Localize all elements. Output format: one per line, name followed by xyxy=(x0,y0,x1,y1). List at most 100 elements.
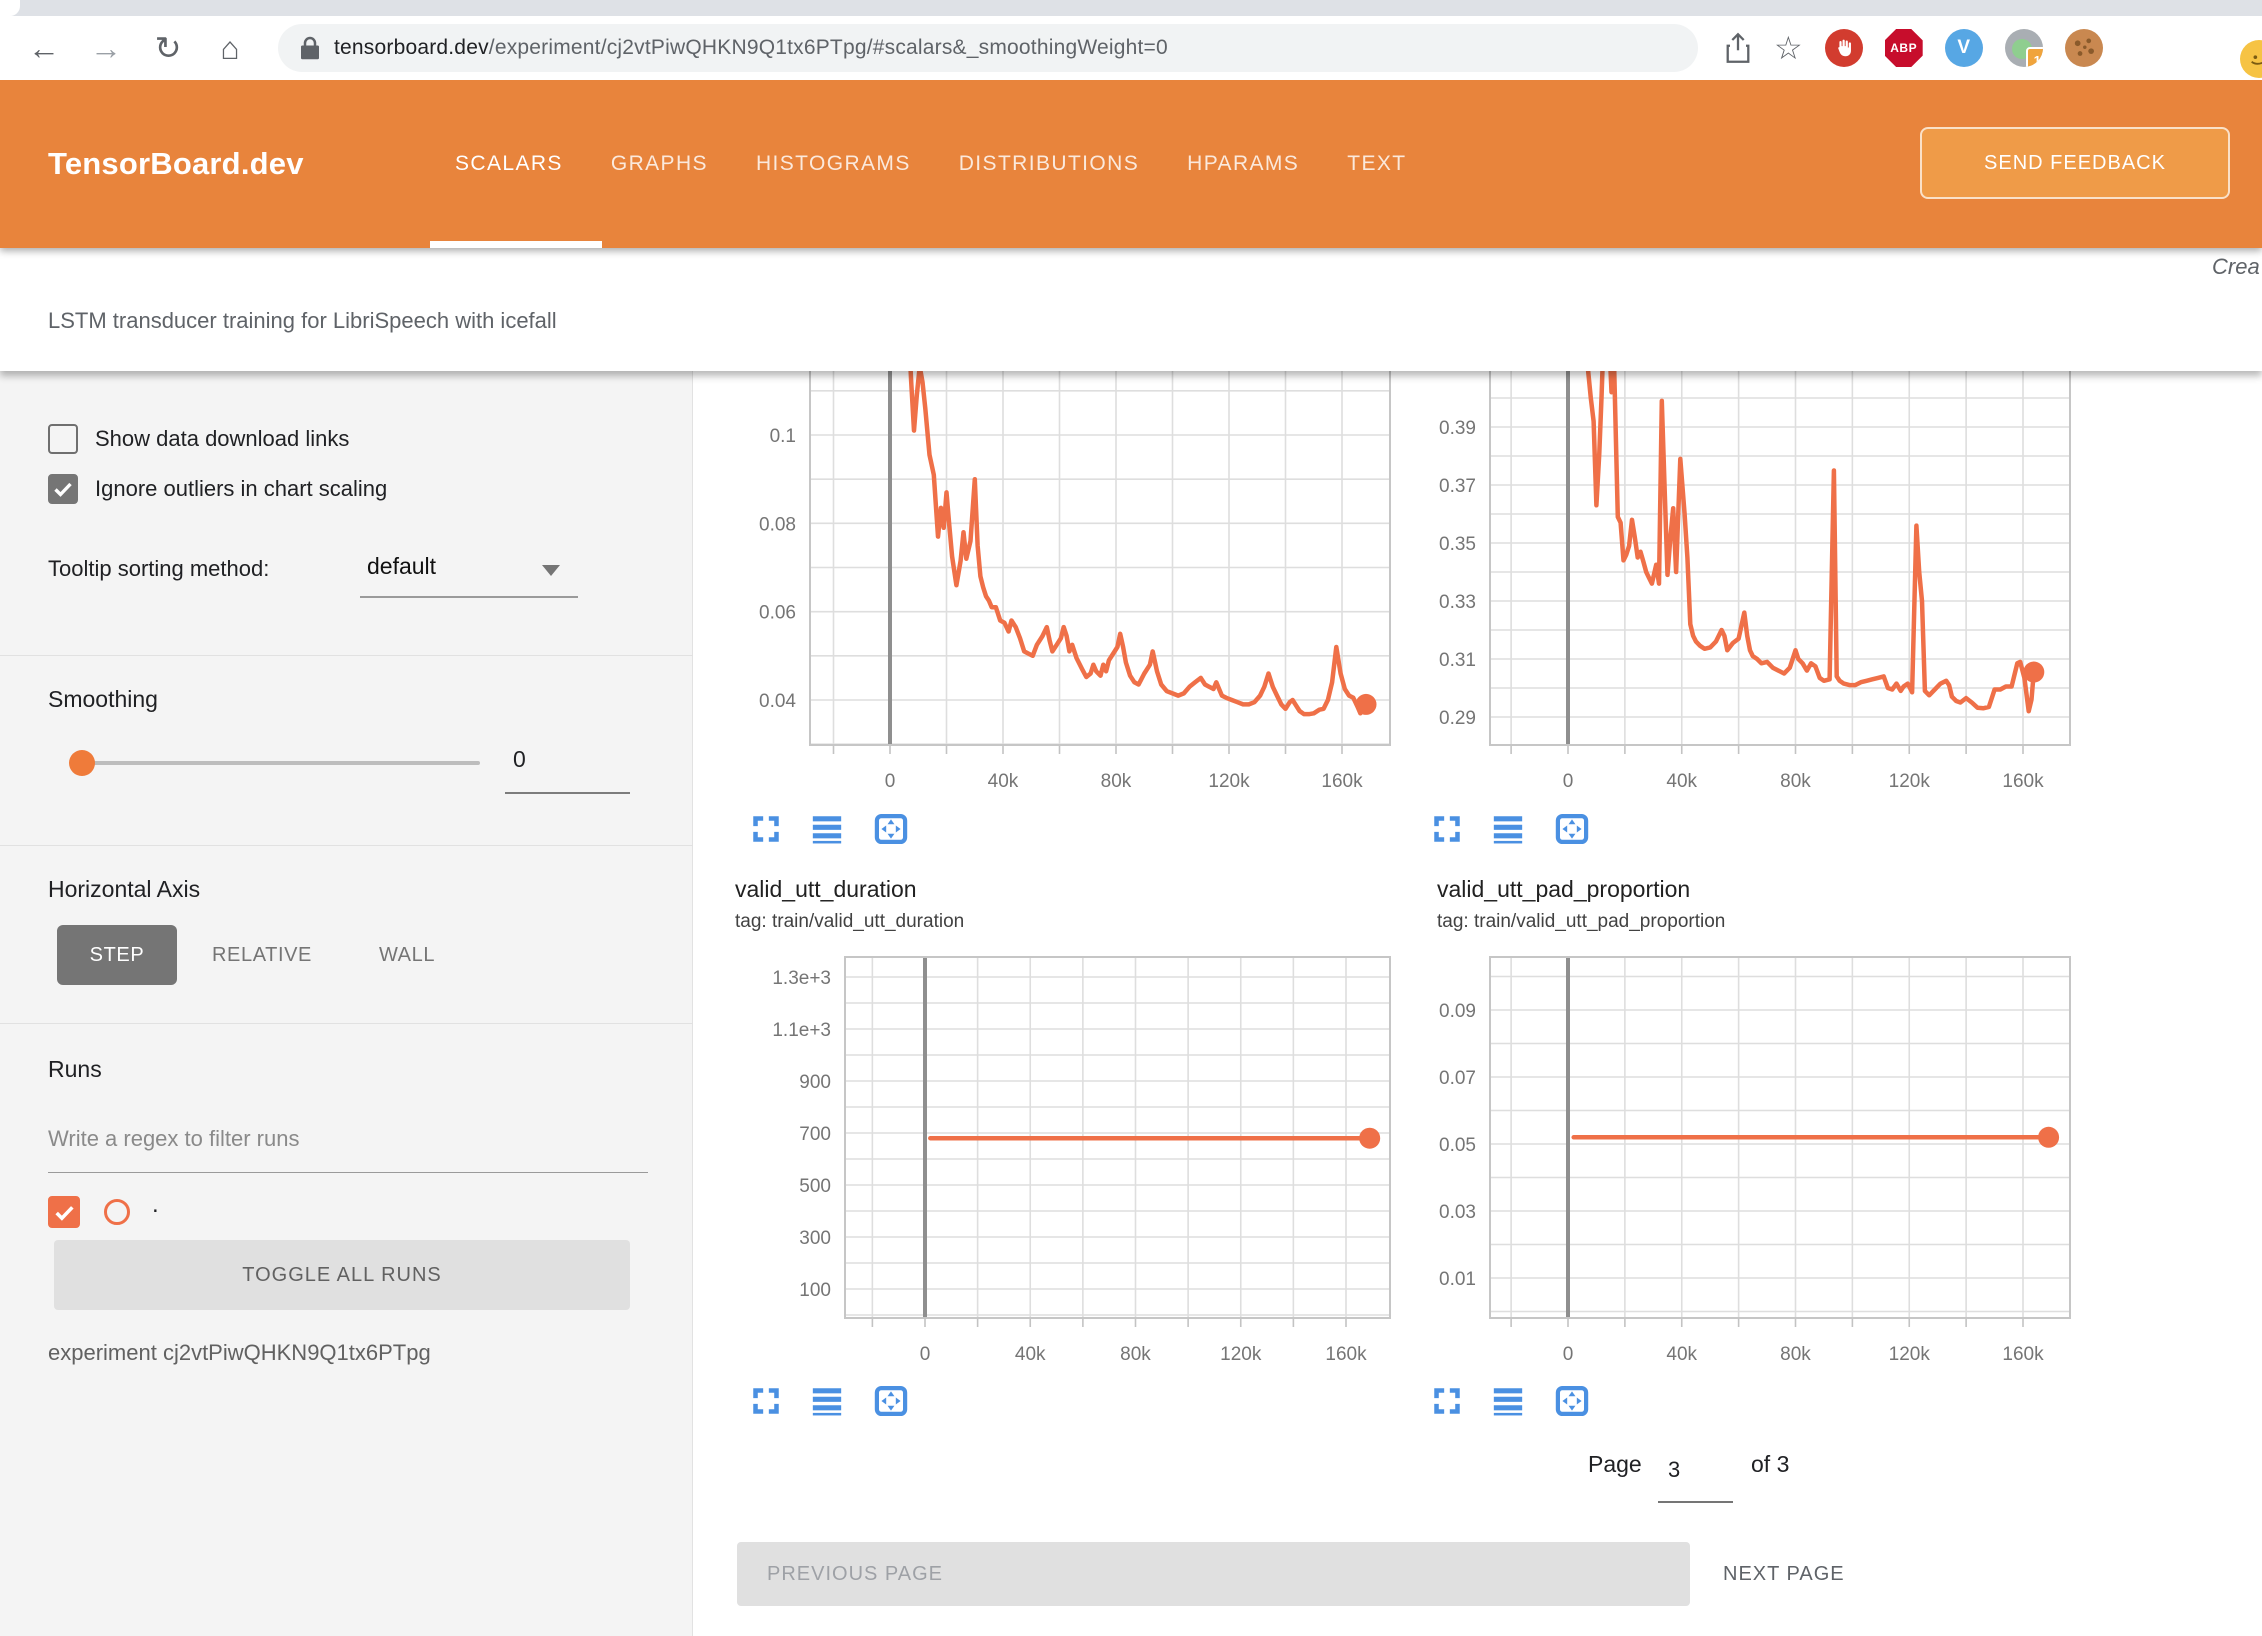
next-page-button[interactable]: NEXT PAGE xyxy=(1723,1542,1845,1606)
axis-relative-button[interactable]: RELATIVE xyxy=(206,925,318,985)
smiley-extension-icon[interactable] xyxy=(2240,40,2262,78)
svg-text:80k: 80k xyxy=(1101,771,1132,792)
fit-domain-icon[interactable] xyxy=(871,1383,911,1419)
tab-graphs[interactable]: GRAPHS xyxy=(611,152,708,176)
back-icon[interactable]: ← xyxy=(26,28,62,68)
charts-panel: tag: train/valid_pruned_loss tag: train/… xyxy=(693,371,2262,1636)
cookie-extension-icon[interactable] xyxy=(2065,29,2103,67)
divider xyxy=(0,1023,693,1024)
fullscreen-icon[interactable] xyxy=(1430,1384,1464,1418)
show-download-links-checkbox[interactable] xyxy=(48,424,78,454)
ignore-outliers-label: Ignore outliers in chart scaling xyxy=(95,476,387,502)
check-icon xyxy=(51,477,75,501)
svg-text:0.05: 0.05 xyxy=(1439,1135,1476,1156)
svg-text:0.07: 0.07 xyxy=(1439,1068,1476,1089)
app-logo[interactable]: TensorBoard.dev xyxy=(48,80,304,248)
share-icon[interactable] xyxy=(1724,32,1752,64)
chart-plot-valid-pruned-loss[interactable]: 0.040.060.080.1040k80k120k160k xyxy=(700,371,1410,802)
chart-title: valid_utt_duration xyxy=(735,876,917,903)
svg-text:1.3e+3: 1.3e+3 xyxy=(772,968,831,989)
run-filter-underline xyxy=(48,1172,648,1173)
svg-text:0.31: 0.31 xyxy=(1439,650,1476,671)
svg-text:0.04: 0.04 xyxy=(759,691,796,712)
svg-text:300: 300 xyxy=(799,1228,831,1249)
run-checkbox[interactable] xyxy=(48,1196,80,1228)
app-header: TensorBoard.dev SCALARS GRAPHS HISTOGRAM… xyxy=(0,80,2262,248)
fullscreen-icon[interactable] xyxy=(749,1384,783,1418)
svg-text:160k: 160k xyxy=(2002,1344,2044,1365)
chevron-down-icon[interactable] xyxy=(542,565,560,576)
tab-scalars[interactable]: SCALARS xyxy=(455,152,563,176)
svg-text:0.29: 0.29 xyxy=(1439,708,1476,729)
svg-text:80k: 80k xyxy=(1120,1344,1151,1365)
show-download-links-label: Show data download links xyxy=(95,426,349,452)
experiment-description: LSTM transducer training for LibriSpeech… xyxy=(48,308,557,334)
horizontal-axis-label: Horizontal Axis xyxy=(48,876,200,903)
profile-extension-icon[interactable]: 1 xyxy=(2005,29,2043,67)
svg-text:160k: 160k xyxy=(1321,771,1363,792)
svg-text:0.39: 0.39 xyxy=(1439,418,1476,439)
runs-label: Runs xyxy=(48,1056,102,1083)
run-color-swatch[interactable] xyxy=(104,1199,130,1225)
data-table-icon[interactable] xyxy=(809,1384,845,1418)
tooltip-sorting-select[interactable]: default xyxy=(367,553,436,580)
ignore-outliers-checkbox[interactable] xyxy=(48,474,78,504)
reload-icon[interactable]: ↻ xyxy=(150,28,186,68)
fullscreen-icon[interactable] xyxy=(1430,812,1464,846)
chart-tag: tag: train/valid_utt_duration xyxy=(735,911,964,933)
tab-hparams[interactable]: HPARAMS xyxy=(1187,152,1299,176)
tab-histograms[interactable]: HISTOGRAMS xyxy=(756,152,911,176)
v-extension-icon[interactable]: V xyxy=(1945,29,1983,67)
fit-domain-icon[interactable] xyxy=(871,811,911,847)
data-table-icon[interactable] xyxy=(809,812,845,846)
home-icon[interactable]: ⌂ xyxy=(212,28,248,68)
svg-text:900: 900 xyxy=(799,1072,831,1093)
check-icon xyxy=(52,1200,77,1225)
svg-text:0.08: 0.08 xyxy=(759,514,796,535)
smoothing-value-input[interactable] xyxy=(513,746,623,773)
smoothing-slider-track[interactable] xyxy=(70,761,480,765)
fullscreen-icon[interactable] xyxy=(749,812,783,846)
toggle-all-runs-button[interactable]: TOGGLE ALL RUNS xyxy=(54,1240,630,1310)
data-table-icon[interactable] xyxy=(1490,812,1526,846)
chart-plot-valid-simple-loss[interactable]: 0.290.310.330.350.370.39040k80k120k160k xyxy=(1425,371,2085,802)
chart-actions xyxy=(1430,1383,1592,1419)
chart-title: valid_utt_pad_proportion xyxy=(1437,876,1690,903)
fit-domain-icon[interactable] xyxy=(1552,1383,1592,1419)
svg-text:100: 100 xyxy=(799,1280,831,1301)
page-number-input[interactable] xyxy=(1668,1457,1728,1483)
svg-text:0.06: 0.06 xyxy=(759,603,796,624)
svg-text:120k: 120k xyxy=(1889,1344,1931,1365)
svg-text:160k: 160k xyxy=(2002,771,2044,792)
adblock-hand-extension-icon[interactable] xyxy=(1825,29,1863,67)
svg-text:80k: 80k xyxy=(1780,1344,1811,1365)
tab-distributions[interactable]: DISTRIBUTIONS xyxy=(959,152,1139,176)
svg-text:40k: 40k xyxy=(1666,771,1697,792)
run-filter-input[interactable] xyxy=(48,1126,638,1152)
axis-wall-button[interactable]: WALL xyxy=(374,925,440,985)
svg-text:0.37: 0.37 xyxy=(1439,476,1476,497)
abp-extension-icon[interactable]: ABP xyxy=(1885,29,1923,67)
svg-text:120k: 120k xyxy=(1889,771,1931,792)
bookmark-star-icon[interactable]: ☆ xyxy=(1774,29,1803,67)
chart-plot-valid-utt-pad-proportion[interactable]: 0.010.030.050.070.09040k80k120k160k xyxy=(1425,952,2085,1372)
svg-text:0.09: 0.09 xyxy=(1439,1001,1476,1022)
tab-text[interactable]: TEXT xyxy=(1347,152,1406,176)
smoothing-slider-handle[interactable] xyxy=(69,750,95,776)
svg-text:0: 0 xyxy=(1563,1344,1574,1365)
fit-domain-icon[interactable] xyxy=(1552,811,1592,847)
settings-sidebar: Show data download links Ignore outliers… xyxy=(0,371,693,1636)
smoothing-label: Smoothing xyxy=(48,686,158,713)
page-label: Page xyxy=(1588,1451,1642,1478)
svg-text:0.03: 0.03 xyxy=(1439,1202,1476,1223)
previous-page-button[interactable]: PREVIOUS PAGE xyxy=(737,1542,1690,1606)
svg-text:40k: 40k xyxy=(1015,1344,1046,1365)
forward-icon[interactable]: → xyxy=(88,28,124,68)
smoothing-input-underline xyxy=(505,792,630,794)
data-table-icon[interactable] xyxy=(1490,1384,1526,1418)
address-bar[interactable]: tensorboard.dev/experiment/cj2vtPiwQHKN9… xyxy=(278,24,1698,72)
svg-text:80k: 80k xyxy=(1780,771,1811,792)
send-feedback-button[interactable]: SEND FEEDBACK xyxy=(1920,127,2230,199)
chart-plot-valid-utt-duration[interactable]: 1003005007009001.1e+31.3e+3040k80k120k16… xyxy=(700,952,1410,1372)
axis-step-button[interactable]: STEP xyxy=(57,925,177,985)
